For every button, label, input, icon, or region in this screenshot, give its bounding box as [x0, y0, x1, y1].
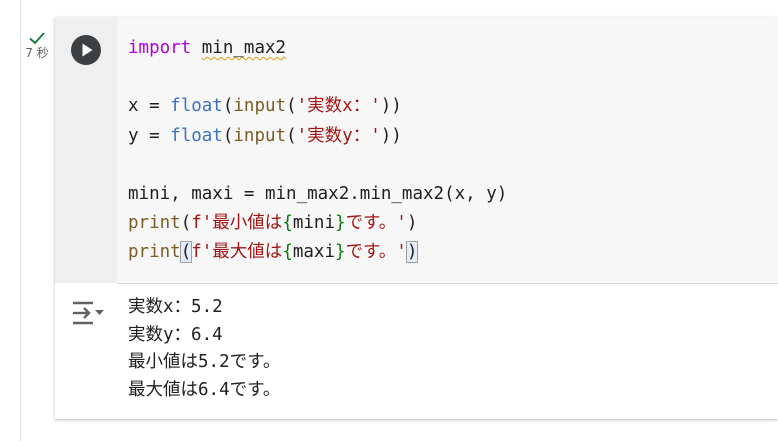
code-token: print	[128, 242, 181, 263]
code-token: mini	[292, 213, 336, 234]
cell-output: 実数x：5.2 実数y：6.4 最小値は5.2です。 最大値は6.4です。	[55, 284, 778, 419]
code-token: float	[170, 96, 223, 117]
code-content[interactable]: import min_max2 x = float(input('実数x：')) y…	[128, 34, 507, 268]
output-line: 実数y：6.4	[128, 324, 223, 345]
code-line[interactable]: mini, maxi = min_max2.min_max2(x, y)	[128, 180, 507, 209]
code-token: )	[405, 241, 419, 264]
cell-margin-rule	[20, 0, 21, 441]
output-collapse-button[interactable]	[71, 298, 107, 328]
code-line[interactable]	[128, 151, 507, 180]
code-token: y =	[128, 125, 171, 146]
code-line[interactable]: print(f'最小値は{mini}です。')	[128, 209, 507, 238]
code-token: {	[282, 242, 293, 263]
run-cell-button[interactable]	[71, 35, 101, 65]
code-token: input	[233, 96, 287, 117]
output-line: 実数x：5.2	[128, 297, 223, 317]
code-line[interactable]: y = float(input('実数y：'))	[128, 122, 507, 151]
code-token: ))	[380, 125, 402, 146]
output-line: 最大値は6.4です。	[128, 379, 281, 400]
code-token: です。'	[345, 213, 407, 234]
code-token: }	[335, 242, 346, 263]
code-token: mini, maxi = min_max2.min_max2(x, y)	[128, 183, 508, 204]
code-token: ))	[380, 96, 402, 117]
code-token: }	[335, 213, 346, 234]
output-line: 最小値は5.2です。	[128, 352, 281, 372]
code-editor[interactable]: import min_max2 x = float(input('実数x：')) y…	[117, 17, 778, 284]
code-token: です。'	[345, 242, 407, 263]
play-icon	[82, 43, 93, 57]
code-token: )	[406, 213, 418, 234]
code-line[interactable]: import min_max2	[128, 34, 507, 63]
code-token: import	[128, 38, 192, 58]
code-token: x =	[128, 96, 171, 117]
code-token: f'最小値は	[191, 213, 283, 234]
code-token: f'最大値は	[191, 242, 283, 263]
code-token: float	[170, 125, 223, 146]
code-token: (	[179, 241, 193, 264]
code-token: '実数y：'	[296, 125, 381, 146]
cell-gutter	[55, 17, 117, 283]
code-line[interactable]	[128, 63, 507, 92]
execution-status: 7 秒	[22, 30, 52, 60]
code-token: (	[286, 125, 297, 146]
code-line[interactable]: print(f'最大値は{maxi}です。')	[128, 238, 507, 267]
code-token: min_max2	[201, 38, 287, 58]
execution-time: 7 秒	[25, 46, 49, 60]
code-token: (	[222, 96, 234, 117]
output-collapse-icon	[73, 301, 104, 325]
code-line[interactable]: x = float(input('実数x：'))	[128, 92, 507, 121]
check-icon	[28, 30, 46, 46]
code-token: (	[222, 125, 234, 146]
code-token: input	[233, 125, 287, 146]
code-token: (	[180, 213, 192, 234]
notebook-page: 7 秒 import min_max2 x = float(input('実数x：…	[0, 0, 778, 441]
code-token: {	[282, 213, 293, 234]
code-token: maxi	[292, 242, 336, 263]
code-cell[interactable]: import min_max2 x = float(input('実数x：')) y…	[55, 17, 778, 419]
code-token: (	[286, 96, 297, 117]
output-text: 実数x：5.2 実数y：6.4 最小値は5.2です。 最大値は6.4です。	[128, 294, 280, 404]
code-token: '実数x：'	[296, 96, 381, 117]
code-token: print	[128, 213, 181, 234]
